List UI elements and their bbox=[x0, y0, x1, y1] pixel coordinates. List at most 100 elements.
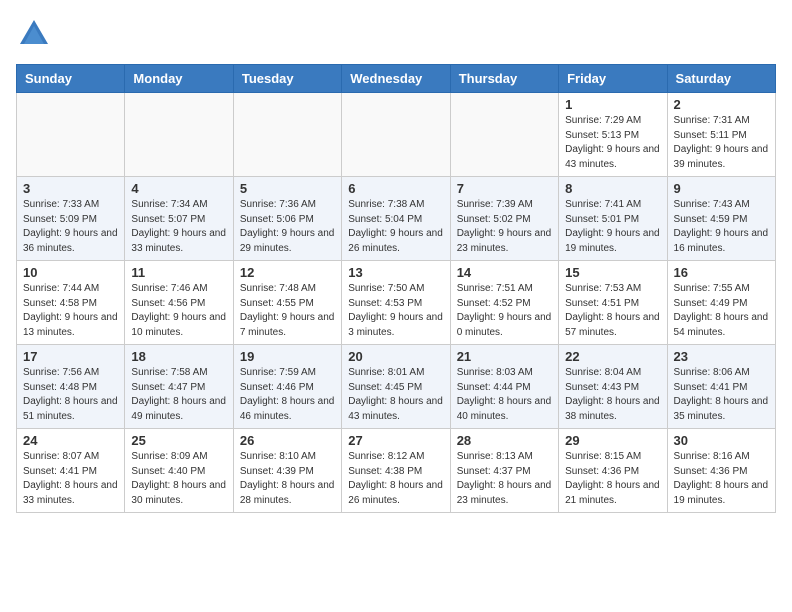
day-number: 1 bbox=[565, 97, 660, 112]
day-info: Sunrise: 8:10 AMSunset: 4:39 PMDaylight:… bbox=[240, 450, 335, 508]
calendar-header-row: SundayMondayTuesdayWednesdayThursdayFrid… bbox=[17, 65, 776, 93]
day-number: 22 bbox=[565, 349, 660, 364]
day-number: 4 bbox=[131, 181, 226, 196]
calendar-cell: 14 Sunrise: 7:51 AMSunset: 4:52 PMDayligh… bbox=[450, 261, 558, 345]
day-info: Sunrise: 7:56 AMSunset: 4:48 PMDaylight:… bbox=[23, 366, 118, 424]
day-number: 30 bbox=[674, 433, 769, 448]
day-number: 25 bbox=[131, 433, 226, 448]
calendar-cell: 3Sunrise: 7:33 AMSunset: 5:09 PMDaylight… bbox=[17, 177, 125, 261]
calendar-cell: 16 Sunrise: 7:55 AMSunset: 4:49 PMDayligh… bbox=[667, 261, 775, 345]
day-info: Sunrise: 8:03 AMSunset: 4:44 PMDaylight:… bbox=[457, 366, 552, 424]
day-number: 10 bbox=[23, 265, 118, 280]
calendar-cell bbox=[17, 93, 125, 177]
day-info: Sunrise: 7:43 AMSunset: 4:59 PMDaylight:… bbox=[674, 198, 769, 256]
day-info: Sunrise: 8:01 AMSunset: 4:45 PMDaylight:… bbox=[348, 366, 443, 424]
col-header-saturday: Saturday bbox=[667, 65, 775, 93]
page-header bbox=[16, 16, 776, 52]
day-number: 3 bbox=[23, 181, 118, 196]
calendar-cell: 22 Sunrise: 8:04 AMSunset: 4:43 PMDayligh… bbox=[559, 345, 667, 429]
calendar-week-row: 10 Sunrise: 7:44 AMSunset: 4:58 PMDayligh… bbox=[17, 261, 776, 345]
calendar-cell: 7 Sunrise: 7:39 AMSunset: 5:02 PMDaylight… bbox=[450, 177, 558, 261]
calendar-cell: 9Sunrise: 7:43 AMSunset: 4:59 PMDaylight… bbox=[667, 177, 775, 261]
day-number: 26 bbox=[240, 433, 335, 448]
day-number: 16 bbox=[674, 265, 769, 280]
day-number: 24 bbox=[23, 433, 118, 448]
day-info: Sunrise: 8:16 AMSunset: 4:36 PMDaylight:… bbox=[674, 450, 769, 508]
calendar-cell: 30 Sunrise: 8:16 AMSunset: 4:36 PMDayligh… bbox=[667, 429, 775, 513]
col-header-thursday: Thursday bbox=[450, 65, 558, 93]
day-info: Sunrise: 7:51 AMSunset: 4:52 PMDaylight:… bbox=[457, 282, 552, 340]
logo bbox=[16, 16, 56, 52]
day-info: Sunrise: 7:53 AMSunset: 4:51 PMDaylight:… bbox=[565, 282, 660, 340]
calendar-cell bbox=[233, 93, 341, 177]
day-info: Sunrise: 8:06 AMSunset: 4:41 PMDaylight:… bbox=[674, 366, 769, 424]
calendar-cell: 27 Sunrise: 8:12 AMSunset: 4:38 PMDayligh… bbox=[342, 429, 450, 513]
calendar-cell: 25 Sunrise: 8:09 AMSunset: 4:40 PMDayligh… bbox=[125, 429, 233, 513]
day-number: 18 bbox=[131, 349, 226, 364]
calendar-week-row: 17 Sunrise: 7:56 AMSunset: 4:48 PMDayligh… bbox=[17, 345, 776, 429]
day-number: 17 bbox=[23, 349, 118, 364]
day-info: Sunrise: 8:09 AMSunset: 4:40 PMDaylight:… bbox=[131, 450, 226, 508]
calendar-cell: 13 Sunrise: 7:50 AMSunset: 4:53 PMDayligh… bbox=[342, 261, 450, 345]
day-info: Sunrise: 8:15 AMSunset: 4:36 PMDaylight:… bbox=[565, 450, 660, 508]
calendar-cell: 12 Sunrise: 7:48 AMSunset: 4:55 PMDayligh… bbox=[233, 261, 341, 345]
day-number: 8 bbox=[565, 181, 660, 196]
calendar-cell: 11Sunrise: 7:46 AMSunset: 4:56 PMDayligh… bbox=[125, 261, 233, 345]
calendar-cell: 23 Sunrise: 8:06 AMSunset: 4:41 PMDayligh… bbox=[667, 345, 775, 429]
calendar-cell: 17 Sunrise: 7:56 AMSunset: 4:48 PMDayligh… bbox=[17, 345, 125, 429]
day-number: 28 bbox=[457, 433, 552, 448]
calendar-cell: 24 Sunrise: 8:07 AMSunset: 4:41 PMDayligh… bbox=[17, 429, 125, 513]
calendar-week-row: 3Sunrise: 7:33 AMSunset: 5:09 PMDaylight… bbox=[17, 177, 776, 261]
calendar-cell bbox=[125, 93, 233, 177]
calendar-week-row: 1 Sunrise: 7:29 AMSunset: 5:13 PMDaylight… bbox=[17, 93, 776, 177]
calendar-cell bbox=[342, 93, 450, 177]
day-info: Sunrise: 7:29 AMSunset: 5:13 PMDaylight:… bbox=[565, 114, 660, 172]
col-header-friday: Friday bbox=[559, 65, 667, 93]
calendar-cell: 28 Sunrise: 8:13 AMSunset: 4:37 PMDayligh… bbox=[450, 429, 558, 513]
day-number: 11 bbox=[131, 265, 226, 280]
day-info: Sunrise: 8:07 AMSunset: 4:41 PMDaylight:… bbox=[23, 450, 118, 508]
calendar-cell: 8 Sunrise: 7:41 AMSunset: 5:01 PMDaylight… bbox=[559, 177, 667, 261]
col-header-monday: Monday bbox=[125, 65, 233, 93]
day-info: Sunrise: 7:39 AMSunset: 5:02 PMDaylight:… bbox=[457, 198, 552, 256]
calendar-cell: 15 Sunrise: 7:53 AMSunset: 4:51 PMDayligh… bbox=[559, 261, 667, 345]
day-info: Sunrise: 7:44 AMSunset: 4:58 PMDaylight:… bbox=[23, 282, 118, 340]
calendar-cell: 10 Sunrise: 7:44 AMSunset: 4:58 PMDayligh… bbox=[17, 261, 125, 345]
day-number: 7 bbox=[457, 181, 552, 196]
day-number: 15 bbox=[565, 265, 660, 280]
day-number: 13 bbox=[348, 265, 443, 280]
day-number: 23 bbox=[674, 349, 769, 364]
calendar-cell: 18 Sunrise: 7:58 AMSunset: 4:47 PMDayligh… bbox=[125, 345, 233, 429]
day-info: Sunrise: 8:12 AMSunset: 4:38 PMDaylight:… bbox=[348, 450, 443, 508]
day-info: Sunrise: 7:48 AMSunset: 4:55 PMDaylight:… bbox=[240, 282, 335, 340]
day-info: Sunrise: 7:50 AMSunset: 4:53 PMDaylight:… bbox=[348, 282, 443, 340]
calendar-week-row: 24 Sunrise: 8:07 AMSunset: 4:41 PMDayligh… bbox=[17, 429, 776, 513]
day-info: Sunrise: 7:41 AMSunset: 5:01 PMDaylight:… bbox=[565, 198, 660, 256]
col-header-sunday: Sunday bbox=[17, 65, 125, 93]
day-info: Sunrise: 7:34 AMSunset: 5:07 PMDaylight:… bbox=[131, 198, 226, 256]
day-number: 6 bbox=[348, 181, 443, 196]
day-number: 12 bbox=[240, 265, 335, 280]
day-info: Sunrise: 7:31 AMSunset: 5:11 PMDaylight:… bbox=[674, 114, 769, 172]
day-info: Sunrise: 7:38 AMSunset: 5:04 PMDaylight:… bbox=[348, 198, 443, 256]
day-info: Sunrise: 8:13 AMSunset: 4:37 PMDaylight:… bbox=[457, 450, 552, 508]
day-number: 5 bbox=[240, 181, 335, 196]
day-number: 20 bbox=[348, 349, 443, 364]
calendar-cell: 2Sunrise: 7:31 AMSunset: 5:11 PMDaylight… bbox=[667, 93, 775, 177]
day-number: 27 bbox=[348, 433, 443, 448]
day-info: Sunrise: 8:04 AMSunset: 4:43 PMDaylight:… bbox=[565, 366, 660, 424]
day-info: Sunrise: 7:55 AMSunset: 4:49 PMDaylight:… bbox=[674, 282, 769, 340]
day-info: Sunrise: 7:58 AMSunset: 4:47 PMDaylight:… bbox=[131, 366, 226, 424]
calendar-cell: 21Sunrise: 8:03 AMSunset: 4:44 PMDayligh… bbox=[450, 345, 558, 429]
col-header-tuesday: Tuesday bbox=[233, 65, 341, 93]
calendar-cell: 6 Sunrise: 7:38 AMSunset: 5:04 PMDaylight… bbox=[342, 177, 450, 261]
logo-icon bbox=[16, 16, 52, 52]
calendar-cell bbox=[450, 93, 558, 177]
calendar-table: SundayMondayTuesdayWednesdayThursdayFrid… bbox=[16, 64, 776, 513]
day-info: Sunrise: 7:59 AMSunset: 4:46 PMDaylight:… bbox=[240, 366, 335, 424]
col-header-wednesday: Wednesday bbox=[342, 65, 450, 93]
day-number: 14 bbox=[457, 265, 552, 280]
calendar-cell: 26 Sunrise: 8:10 AMSunset: 4:39 PMDayligh… bbox=[233, 429, 341, 513]
calendar-cell: 1 Sunrise: 7:29 AMSunset: 5:13 PMDaylight… bbox=[559, 93, 667, 177]
day-number: 19 bbox=[240, 349, 335, 364]
